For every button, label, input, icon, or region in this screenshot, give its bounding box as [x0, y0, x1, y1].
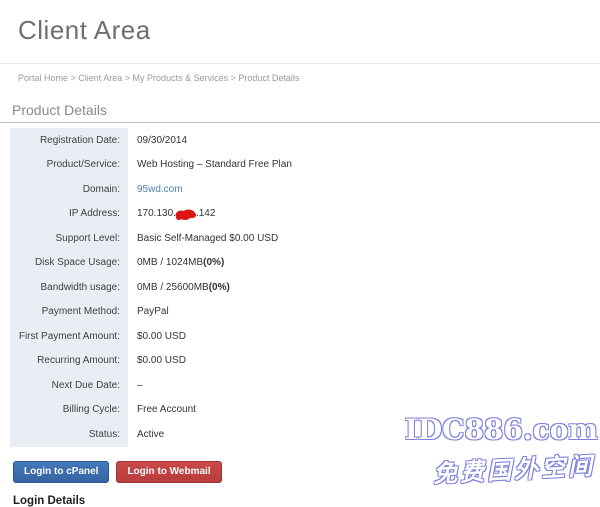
row-value: $0.00 USD — [128, 324, 186, 349]
row-value: 95wd.com — [128, 177, 183, 202]
row-label: Billing Cycle: — [10, 398, 128, 423]
row-label: Next Due Date: — [10, 373, 128, 398]
table-row: Registration Date:09/30/2014 — [10, 128, 598, 153]
row-value: Free Account — [128, 398, 196, 423]
product-details-table: Registration Date:09/30/2014Product/Serv… — [10, 128, 598, 447]
table-row: First Payment Amount:$0.00 USD — [10, 324, 598, 349]
table-row: Bandwidth usage:0MB / 25600MB (0%) — [10, 275, 598, 300]
table-row: Product/Service:Web Hosting – Standard F… — [10, 153, 598, 178]
row-label: Domain: — [10, 177, 128, 202]
table-row: Next Due Date:– — [10, 373, 598, 398]
row-label: IP Address: — [10, 202, 128, 227]
table-row: Billing Cycle:Free Account — [10, 398, 598, 423]
row-value: – — [128, 373, 143, 398]
row-value: Web Hosting – Standard Free Plan — [128, 153, 292, 178]
row-value: 0MB / 1024MB (0%) — [128, 251, 224, 276]
table-row: IP Address:170.130..142 — [10, 202, 598, 227]
row-value: Basic Self-Managed $0.00 USD — [128, 226, 278, 251]
table-row: Support Level:Basic Self-Managed $0.00 U… — [10, 226, 598, 251]
ip-redaction-scribble-icon — [174, 208, 198, 222]
table-row: Disk Space Usage:0MB / 1024MB (0%) — [10, 251, 598, 276]
row-value: 09/30/2014 — [128, 128, 187, 153]
row-label: Payment Method: — [10, 300, 128, 325]
row-label: Product/Service: — [10, 153, 128, 178]
row-label: Registration Date: — [10, 128, 128, 153]
breadcrumb[interactable]: Portal Home > Client Area > My Products … — [0, 64, 600, 83]
table-row: Domain: 95wd.com — [10, 177, 598, 202]
page-title: Client Area — [0, 0, 600, 46]
row-value: Active — [128, 422, 164, 447]
section-title-product-details: Product Details — [0, 102, 600, 123]
row-label: Recurring Amount: — [10, 349, 128, 374]
login-cpanel-button[interactable]: Login to cPanel — [13, 461, 109, 483]
table-row: Status:Active — [10, 422, 598, 447]
table-row: Recurring Amount:$0.00 USD — [10, 349, 598, 374]
row-value: PayPal — [128, 300, 169, 325]
row-label: First Payment Amount: — [10, 324, 128, 349]
section-title-login-details: Login Details — [13, 495, 600, 507]
row-label: Status: — [10, 422, 128, 447]
row-label: Disk Space Usage: — [10, 251, 128, 276]
buttons-row: Login to cPanel Login to Webmail — [13, 461, 600, 483]
row-value: 170.130..142 — [128, 202, 215, 227]
row-label: Support Level: — [10, 226, 128, 251]
row-value: 0MB / 25600MB (0%) — [128, 275, 230, 300]
table-row: Payment Method:PayPal — [10, 300, 598, 325]
row-value: $0.00 USD — [128, 349, 186, 374]
login-webmail-button[interactable]: Login to Webmail — [116, 461, 221, 483]
domain-link[interactable]: 95wd.com — [137, 184, 183, 195]
row-label: Bandwidth usage: — [10, 275, 128, 300]
